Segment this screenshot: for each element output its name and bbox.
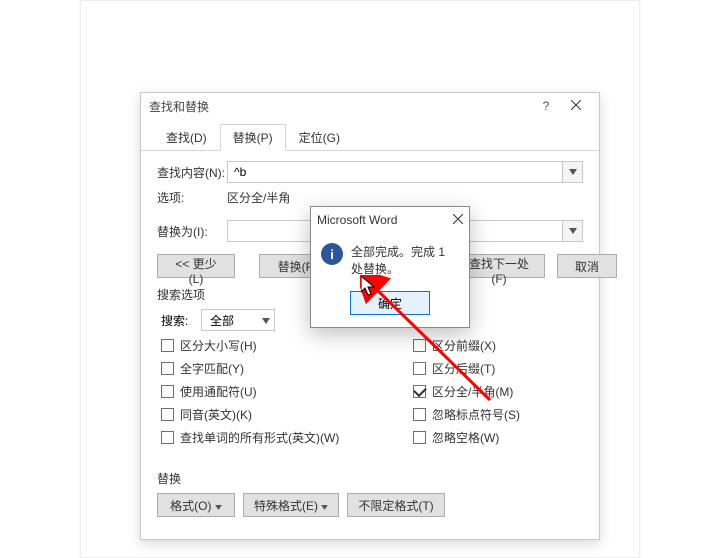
msgbox-body: i 全部完成。完成 1 处替换。 <box>311 233 469 283</box>
ok-button[interactable]: 确定 <box>350 291 430 315</box>
msgbox-titlebar: Microsoft Word <box>311 207 469 233</box>
format-button-label: 格式(O) <box>170 499 211 513</box>
dialog-title: 查找和替换 <box>149 98 531 115</box>
checkbox-icon <box>161 408 174 421</box>
checks-left-column: 区分大小写(H) 全字匹配(Y) 使用通配符(U) 同音(英文)(K) 查找单词… <box>161 337 413 452</box>
checkbox-icon <box>413 408 426 421</box>
check-sounds-like[interactable]: 同音(英文)(K) <box>161 406 413 423</box>
options-value: 区分全/半角 <box>227 189 290 206</box>
message-box: Microsoft Word i 全部完成。完成 1 处替换。 确定 <box>310 206 470 328</box>
checkbox-icon <box>413 362 426 375</box>
check-label: 忽略空格(W) <box>432 429 499 446</box>
chevron-down-icon <box>262 313 270 327</box>
checkbox-icon <box>161 431 174 444</box>
check-label: 同音(英文)(K) <box>180 406 252 423</box>
check-ignore-punct[interactable]: 忽略标点符号(S) <box>413 406 583 423</box>
less-button[interactable]: << 更少(L) <box>157 254 235 278</box>
no-format-button[interactable]: 不限定格式(T) <box>347 493 444 517</box>
find-history-dropdown[interactable] <box>563 161 583 183</box>
search-scope-label: 搜索: <box>161 312 201 329</box>
checkbox-icon <box>413 385 426 398</box>
cancel-button[interactable]: 取消 <box>557 254 617 278</box>
check-ignore-space[interactable]: 忽略空格(W) <box>413 429 583 446</box>
msgbox-text: 全部完成。完成 1 处替换。 <box>351 243 459 277</box>
check-full-half-width[interactable]: 区分全/半角(M) <box>413 383 583 400</box>
checkbox-icon <box>161 385 174 398</box>
check-label: 全字匹配(Y) <box>180 360 244 377</box>
check-suffix[interactable]: 区分后缀(T) <box>413 360 583 377</box>
check-match-case[interactable]: 区分大小写(H) <box>161 337 413 354</box>
tab-replace[interactable]: 替换(P) <box>220 124 286 151</box>
search-options: 搜索: 全部 区分大小写(H) 全字匹配(Y) 使用通配符(U) 同音(英文)(… <box>157 309 583 452</box>
tabs: 查找(D) 替换(P) 定位(G) <box>141 119 599 151</box>
find-label: 查找内容(N): <box>157 164 227 181</box>
search-scope-value: 全部 <box>210 312 234 329</box>
check-label: 区分全/半角(M) <box>432 383 513 400</box>
chevron-down-icon <box>321 499 328 513</box>
chevron-down-icon <box>215 499 222 513</box>
check-label: 区分后缀(T) <box>432 360 495 377</box>
replace-section-label: 替换 <box>157 470 583 487</box>
check-label: 查找单词的所有形式(英文)(W) <box>180 429 339 446</box>
dialog-titlebar: 查找和替换 ? <box>141 93 599 119</box>
check-wildcards[interactable]: 使用通配符(U) <box>161 383 413 400</box>
replace-history-dropdown[interactable] <box>563 220 583 242</box>
check-prefix[interactable]: 区分前缀(X) <box>413 337 583 354</box>
checkbox-icon <box>413 431 426 444</box>
check-all-word-forms[interactable]: 查找单词的所有形式(英文)(W) <box>161 429 413 446</box>
check-label: 使用通配符(U) <box>180 383 257 400</box>
msgbox-close-button[interactable] <box>453 213 463 227</box>
close-button[interactable] <box>561 94 591 118</box>
checkbox-icon <box>161 362 174 375</box>
tab-find[interactable]: 查找(D) <box>153 124 220 151</box>
replace-label: 替换为(I): <box>157 223 227 240</box>
help-button[interactable]: ? <box>531 94 561 118</box>
checks-right-column: 区分前缀(X) 区分后缀(T) 区分全/半角(M) 忽略标点符号(S) 忽略空格… <box>413 337 583 452</box>
msgbox-title: Microsoft Word <box>317 213 453 227</box>
special-format-label: 特殊格式(E) <box>254 499 318 513</box>
check-whole-word[interactable]: 全字匹配(Y) <box>161 360 413 377</box>
search-scope-select[interactable]: 全部 <box>201 309 275 331</box>
info-icon: i <box>321 243 343 265</box>
check-label: 区分大小写(H) <box>180 337 257 354</box>
checkbox-icon <box>161 339 174 352</box>
special-format-button[interactable]: 特殊格式(E) <box>243 493 339 517</box>
tab-goto[interactable]: 定位(G) <box>286 124 353 151</box>
check-label: 区分前缀(X) <box>432 337 496 354</box>
options-label: 选项: <box>157 189 227 206</box>
find-input[interactable] <box>227 161 563 183</box>
format-button[interactable]: 格式(O) <box>157 493 235 517</box>
checkbox-icon <box>413 339 426 352</box>
check-label: 忽略标点符号(S) <box>432 406 520 423</box>
